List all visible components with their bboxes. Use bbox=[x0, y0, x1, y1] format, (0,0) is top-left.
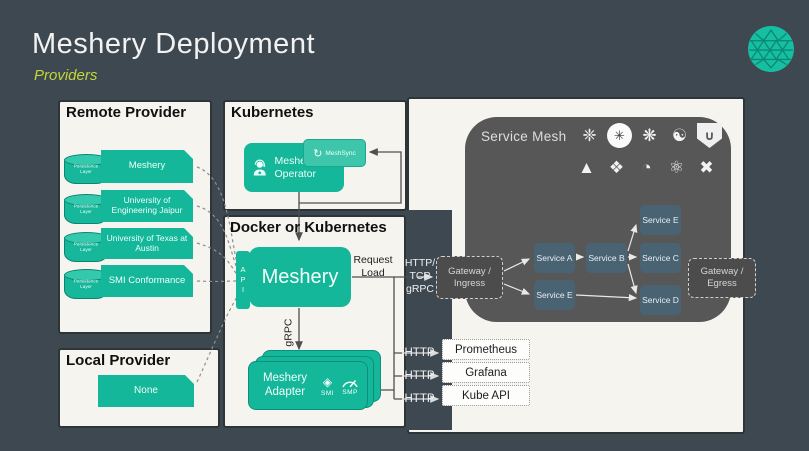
monitoring-box: Kube API bbox=[442, 385, 530, 406]
remote-provider-item: SMI Conformance bbox=[101, 265, 193, 297]
service-mesh-logo-icon: ✖ bbox=[694, 155, 719, 180]
service-mesh-logo-icon: ❈ bbox=[577, 123, 602, 148]
page-subtitle: Providers bbox=[34, 67, 97, 84]
service-mesh-logo-icon: ❋ bbox=[637, 123, 662, 148]
service-node: Service A bbox=[534, 243, 575, 273]
gateway-egress-box: Gateway / Egress bbox=[688, 258, 756, 298]
meshsync-badge: ↻ MeshSync bbox=[303, 139, 366, 167]
service-node: Service E bbox=[640, 205, 681, 235]
smp-label: SMP bbox=[342, 389, 358, 396]
service-mesh-title: Service Mesh bbox=[481, 129, 566, 144]
local-provider-item: None bbox=[98, 375, 194, 407]
meshery-adapter-box: Meshery Adapter ◈ SMI SMP bbox=[248, 361, 368, 410]
service-node: Service B bbox=[586, 243, 627, 273]
smi-label: SMI bbox=[321, 390, 334, 397]
meshery-logo-icon bbox=[747, 25, 795, 73]
gauge-icon bbox=[341, 376, 359, 388]
api-tab: API bbox=[236, 251, 250, 309]
api-label: API bbox=[239, 265, 248, 295]
docker-kubernetes-title: Docker or Kubernetes bbox=[230, 219, 387, 236]
service-mesh-logo-icon: ▲ bbox=[574, 155, 599, 180]
service-node: Service C bbox=[640, 243, 681, 273]
http-label: HTTP bbox=[403, 393, 436, 405]
service-mesh-logo-icon: ❖ bbox=[604, 155, 629, 180]
mesh-logos-row-2: ▲ ❖ ◔ ⚛ ✖ bbox=[574, 155, 719, 180]
cylinder-label: Persistence Layer bbox=[70, 204, 103, 214]
sync-icon: ↻ bbox=[313, 147, 322, 160]
grpc-label: gRPC bbox=[282, 313, 295, 353]
cylinder-label: Persistence Layer bbox=[70, 279, 103, 289]
service-mesh-logo-icon: ∪ bbox=[697, 123, 722, 148]
operator-icon bbox=[250, 155, 270, 181]
remote-provider-item: University of Texas at Austin bbox=[101, 228, 193, 259]
cylinder-label: Persistence Layer bbox=[70, 242, 103, 252]
request-load-label: Request Load bbox=[352, 254, 394, 280]
service-node: Service D bbox=[640, 285, 681, 315]
service-node: Service E bbox=[534, 280, 575, 310]
remote-provider-item: Meshery bbox=[101, 150, 193, 183]
http-tcp-grpc-label: HTTP/ TCP gRPC bbox=[402, 257, 438, 296]
local-provider-title: Local Provider bbox=[66, 352, 170, 369]
service-mesh-logo-icon: ✳ bbox=[607, 123, 632, 148]
meshery-box: Meshery bbox=[249, 247, 351, 307]
slide-meshery-deployment: Meshery Deployment Providers bbox=[0, 0, 809, 451]
adapter-label: Meshery Adapter bbox=[256, 372, 314, 400]
monitoring-box: Grafana bbox=[442, 362, 530, 383]
mesh-logos-row-1: ❈ ✳ ❋ ☯ ∪ bbox=[577, 123, 722, 148]
remote-provider-title: Remote Provider bbox=[66, 104, 186, 121]
smi-badge: ◈ SMI bbox=[321, 375, 334, 397]
gateway-ingress-box: Gateway / Ingress bbox=[436, 256, 503, 299]
remote-provider-item: University of Engineering Jaipur bbox=[101, 190, 193, 222]
service-mesh-logo-icon: ◔ bbox=[634, 155, 659, 180]
cylinder-label: Persistence Layer bbox=[70, 164, 103, 174]
service-mesh-logo-icon: ☯ bbox=[667, 123, 692, 148]
page-title: Meshery Deployment bbox=[32, 28, 315, 61]
http-label: HTTP bbox=[403, 347, 436, 359]
monitoring-box: Prometheus bbox=[442, 339, 530, 360]
service-mesh-logo-icon: ⚛ bbox=[664, 155, 689, 180]
smi-icon: ◈ bbox=[323, 375, 332, 389]
http-label: HTTP bbox=[403, 370, 436, 382]
kubernetes-title: Kubernetes bbox=[231, 104, 314, 121]
meshsync-label: MeshSync bbox=[325, 150, 355, 157]
smp-badge: SMP bbox=[341, 376, 359, 396]
